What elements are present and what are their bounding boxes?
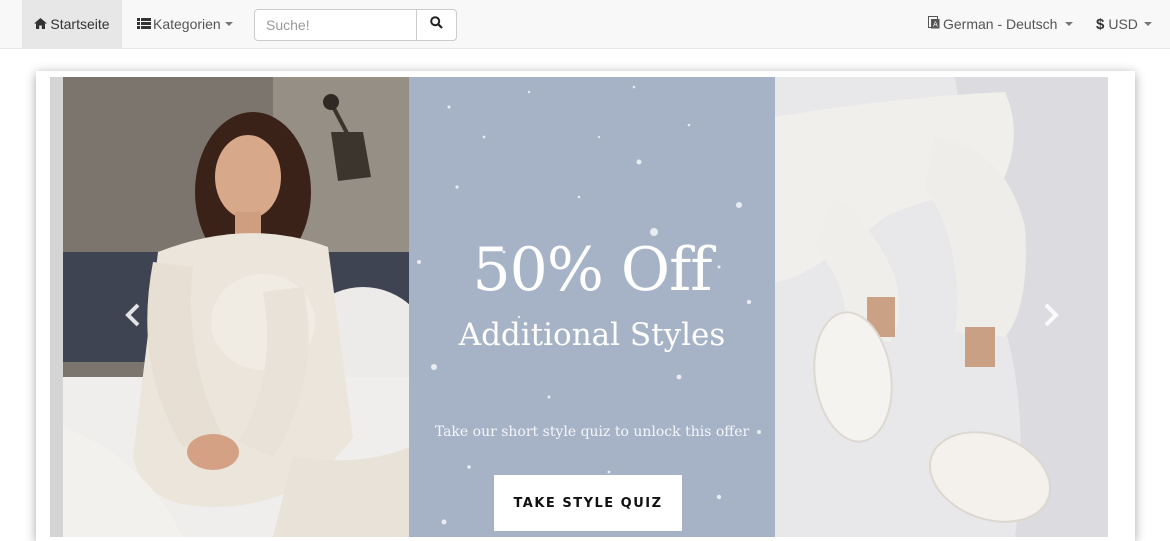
caret-down-icon [224,22,233,26]
caret-down-icon [1065,22,1074,26]
promo-subheadline: Additional Styles [458,317,726,353]
take-style-quiz-button[interactable]: TAKE STYLE QUIZ [494,475,682,531]
carousel-prev-button[interactable] [118,302,148,332]
dollar-icon: $ [1096,15,1105,33]
model-photo-illustration [63,77,409,537]
promo-headline: 50% Off [472,235,712,305]
banner-carousel: 50% Off Additional Styles Take our short… [36,71,1135,541]
language-label: German - Deutsch [943,16,1058,32]
promo-note: Take our short style quiz to unlock this… [434,424,750,440]
top-navbar: Startseite Kategorien A German - Deutsch… [0,0,1170,49]
carousel-slide: 50% Off Additional Styles Take our short… [50,77,1108,537]
model-photo-left [63,77,409,537]
home-icon [34,16,50,32]
nav-categories-label: Kategorien [153,16,221,32]
currency-label: USD [1108,16,1138,32]
carousel-next-button[interactable] [1036,302,1066,332]
search-group [254,9,457,41]
language-icon: A [928,16,943,32]
chevron-left-icon [125,303,141,332]
search-button[interactable] [416,9,457,41]
snow-decoration [417,85,761,525]
search-input[interactable] [254,9,416,41]
svg-text:A: A [933,21,938,29]
language-dropdown[interactable]: A German - Deutsch [928,0,1074,48]
nav-home-link[interactable]: Startseite [22,0,122,48]
search-icon [430,16,443,34]
list-icon [137,16,153,32]
chevron-right-icon [1043,303,1059,332]
nav-categories-dropdown[interactable]: Kategorien [137,0,233,48]
currency-dropdown[interactable]: $ USD [1096,0,1152,48]
promo-panel: 50% Off Additional Styles Take our short… [409,77,775,537]
nav-home-label: Startseite [50,16,110,32]
caret-down-icon [1143,22,1152,26]
